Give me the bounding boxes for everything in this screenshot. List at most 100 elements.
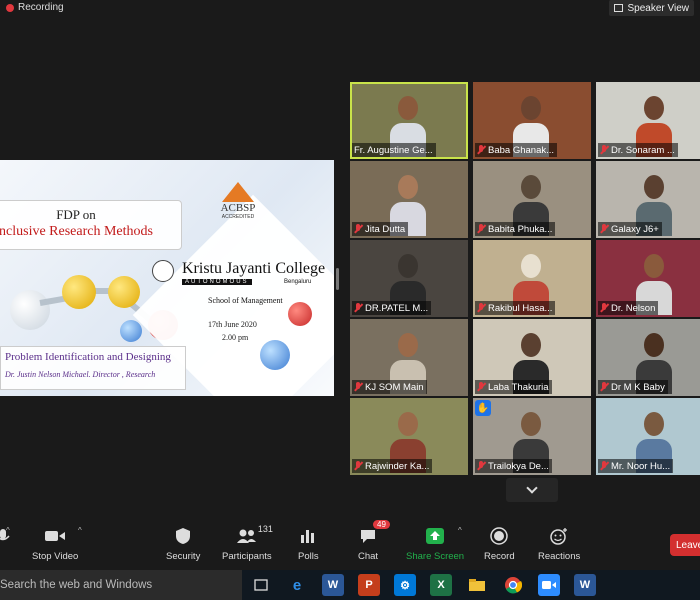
gallery-next-page-button[interactable] (506, 478, 558, 502)
split-handle[interactable] (336, 268, 339, 290)
muted-microphone-icon (477, 303, 485, 313)
muted-microphone-icon (477, 382, 485, 392)
muted-microphone-icon (477, 145, 485, 155)
chat-label: Chat (358, 551, 379, 562)
participant-name-tag: Rajwinder Ka... (352, 459, 433, 473)
grid-icon (614, 4, 624, 12)
task-view-icon[interactable] (250, 574, 272, 596)
acbsp-triangle-icon (222, 182, 254, 202)
muted-microphone-icon (354, 303, 362, 313)
participant-tile[interactable]: Baba Ghanak... (473, 82, 591, 159)
participant-tile[interactable]: DR.PATEL M... (350, 240, 468, 317)
share-options-caret-icon[interactable]: ^ (458, 526, 462, 535)
participant-tile[interactable]: Galaxy J6+ (596, 161, 700, 238)
reactions-label: Reactions (538, 551, 581, 562)
excel-icon[interactable]: X (430, 574, 452, 596)
taskbar-search-input[interactable]: Search the web and Windows (0, 570, 242, 600)
chat-button[interactable]: 49 Chat (358, 520, 390, 562)
muted-microphone-icon (600, 224, 608, 234)
speaker-name: Dr. Justin Nelson Michael. Director , Re… (5, 370, 156, 379)
participant-tile[interactable]: Dr M K Baby (596, 319, 700, 396)
settings-gear-icon[interactable]: ⚙ (394, 574, 416, 596)
recording-dot-icon (6, 3, 14, 12)
participant-name-tag: KJ SOM Main (352, 380, 427, 394)
autonomous-label: AUTONOMOUS (182, 279, 252, 285)
participant-name-tag: Mr. Noor Hu... (598, 459, 674, 473)
slide-fdp: FDP on (56, 207, 96, 222)
participant-tile[interactable]: Babita Phuka... (473, 161, 591, 238)
participant-name-tag: DR.PATEL M... (352, 301, 432, 315)
participant-tile[interactable]: Trailokya De... ✋ (473, 398, 591, 475)
event-time: 2.00 pm (222, 333, 249, 342)
shared-screen: FDP on nclusive Research Methods ACBSP A… (0, 160, 334, 396)
windows-taskbar: Search the web and Windows e W P ⚙ X W (0, 570, 700, 600)
chevron-down-icon (526, 482, 538, 494)
participant-name: Dr M K Baby (611, 381, 665, 393)
word-icon-second[interactable]: W (574, 574, 596, 596)
participant-name: Galaxy J6+ (611, 223, 659, 235)
speaker-view-button[interactable]: Speaker View (609, 0, 694, 16)
participant-name-tag: Dr. Nelson (598, 301, 659, 315)
taskbar-search-placeholder: Search the web and Windows (0, 579, 153, 591)
polls-icon (301, 530, 315, 543)
video-options-caret-icon[interactable]: ^ (78, 526, 82, 535)
participant-tile[interactable]: Fr. Augustine Ge... (350, 82, 468, 159)
participant-name: Jita Dutta (365, 223, 406, 235)
leave-button[interactable]: Leave (670, 534, 700, 556)
participant-tile[interactable]: Mr. Noor Hu... (596, 398, 700, 475)
participant-tile[interactable]: Jita Dutta (350, 161, 468, 238)
powerpoint-icon[interactable]: P (358, 574, 380, 596)
raise-hand-icon: ✋ (475, 400, 491, 416)
participant-name: Mr. Noor Hu... (611, 460, 671, 472)
participants-icon (236, 529, 256, 543)
file-explorer-icon[interactable] (466, 574, 488, 596)
slide-title-banner: FDP on nclusive Research Methods (0, 200, 182, 250)
chat-icon (361, 530, 376, 543)
participant-tile[interactable]: Dr. Sonaram ... (596, 82, 700, 159)
participant-name-tag: Rakibul Hasa... (475, 301, 556, 315)
participant-name-tag: Galaxy J6+ (598, 222, 662, 236)
molecule-decoration (10, 290, 50, 330)
chrome-icon[interactable] (502, 574, 524, 596)
participant-name: Trailokya De... (488, 460, 549, 472)
muted-microphone-icon (354, 224, 362, 234)
muted-microphone-icon (477, 461, 485, 471)
participant-tile[interactable]: Laba Thakuria (473, 319, 591, 396)
participant-name-tag: Baba Ghanak... (475, 143, 558, 157)
stop-video-label: Stop Video (32, 551, 79, 562)
slide-title: nclusive Research Methods (0, 224, 153, 239)
zoom-app-icon[interactable] (538, 574, 560, 596)
polls-button[interactable]: Polls (298, 526, 319, 562)
record-button[interactable]: Record (484, 526, 515, 562)
share-screen-button[interactable]: Share Screen (406, 526, 464, 562)
molecule-decoration (288, 302, 312, 326)
meeting-toolbar: . ^ Stop Video ^ Security 131 Participan… (0, 520, 700, 570)
participant-name: Fr. Augustine Ge... (354, 144, 433, 156)
participant-tile[interactable]: Dr. Nelson (596, 240, 700, 317)
polls-label: Polls (298, 551, 319, 562)
participant-tile[interactable]: Rakibul Hasa... (473, 240, 591, 317)
muted-microphone-icon (600, 145, 608, 155)
muted-microphone-icon (354, 382, 362, 392)
reactions-smiley-icon (550, 528, 568, 545)
share-screen-icon (426, 528, 445, 544)
muted-microphone-icon (600, 461, 608, 471)
participant-name-tag: Trailokya De... (475, 459, 552, 473)
word-icon[interactable]: W (322, 574, 344, 596)
reactions-button[interactable]: Reactions (538, 526, 580, 562)
recording-label: Recording (18, 2, 64, 13)
muted-microphone-icon (600, 303, 608, 313)
participants-button[interactable]: 131 Participants (222, 524, 273, 562)
participant-name-tag: Dr. Sonaram ... (598, 143, 678, 157)
audio-options-caret-icon[interactable]: ^ (6, 526, 10, 535)
molecule-decoration (108, 276, 140, 308)
speaker-view-label: Speaker View (627, 2, 689, 14)
edge-browser-icon[interactable]: e (286, 574, 308, 596)
stop-video-button[interactable]: Stop Video (32, 526, 78, 562)
security-button[interactable]: Security (166, 526, 200, 562)
topic-banner: Problem Identification and Designing Dr.… (0, 346, 186, 390)
participant-tile[interactable]: Rajwinder Ka... (350, 398, 468, 475)
participant-name: KJ SOM Main (365, 381, 424, 393)
participant-tile[interactable]: KJ SOM Main (350, 319, 468, 396)
participant-name: Rajwinder Ka... (365, 460, 430, 472)
